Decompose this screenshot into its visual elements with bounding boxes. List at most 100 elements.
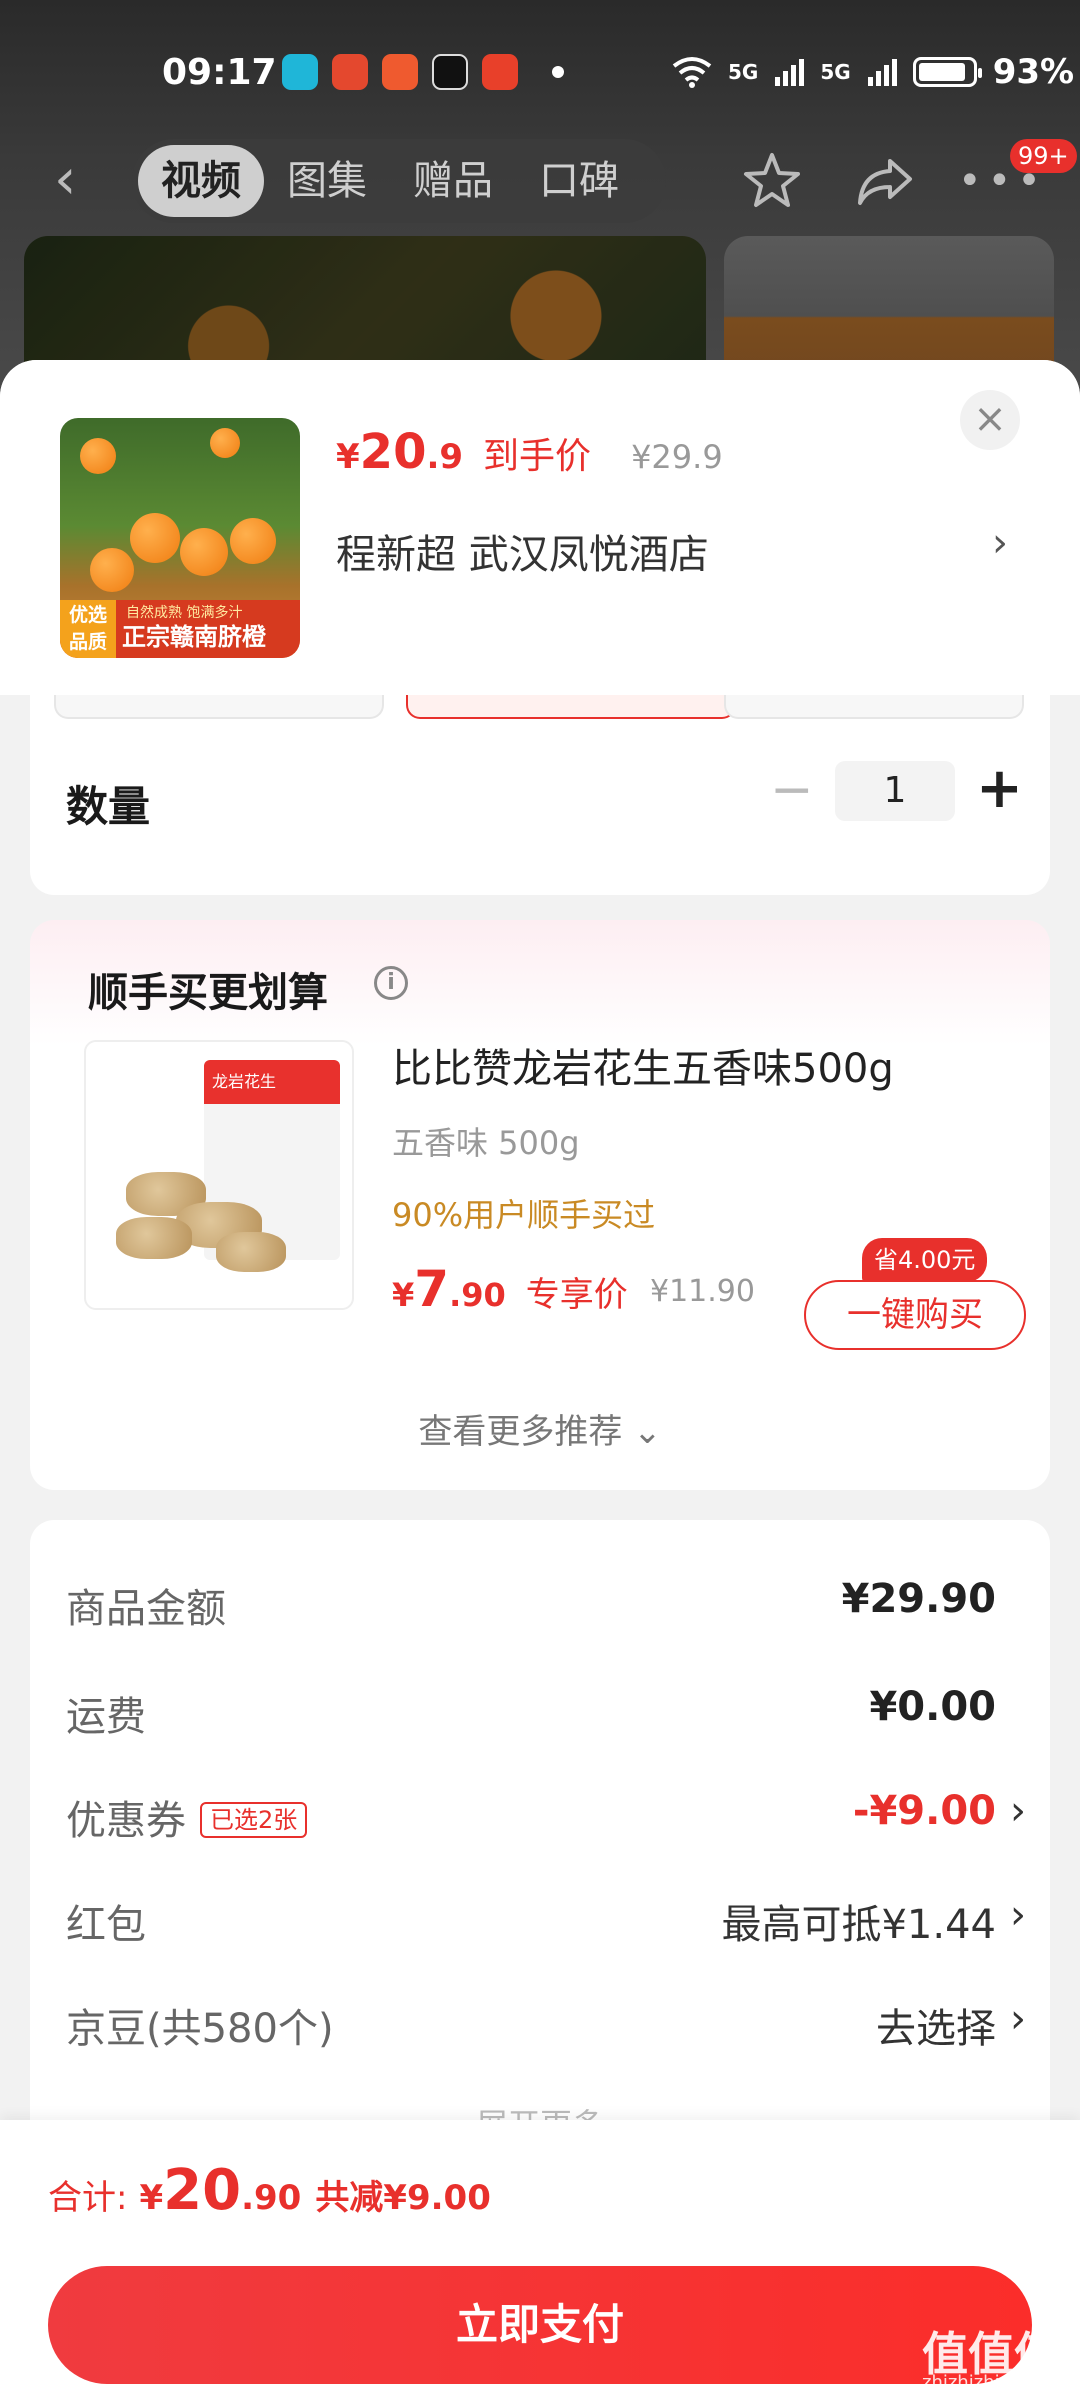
watermark-url: zhizhizhi.com — [922, 2372, 1044, 2393]
recommend-price: ¥ 7 .90 专享价 — [392, 1260, 628, 1318]
summary-value: -¥9.00 — [852, 1788, 996, 1834]
tab-reviews[interactable]: 口碑 — [516, 145, 642, 217]
summary-row-shipping: 运费 ¥0.00 — [66, 1684, 1026, 1754]
one-click-buy-button[interactable]: 一键购买 — [804, 1280, 1026, 1350]
sheet-header: 优选品质 自然成熟 饱满多汁 正宗赣南脐橙 ¥ 20 .9 到手价 ¥29.9 … — [0, 360, 1080, 695]
message-badge: 99+ — [1010, 139, 1077, 173]
save-badge: 省4.00元 — [862, 1238, 988, 1282]
chevron-right-icon[interactable]: › — [1010, 1996, 1026, 2042]
coupon-selected-tag: 已选2张 — [200, 1802, 308, 1838]
recommend-price-decimal: .90 — [449, 1276, 506, 1314]
quantity-card: 数量 − 1 + — [30, 675, 1050, 895]
media-tabs: 视频 图集 赠品 口碑 — [132, 139, 666, 223]
share-icon[interactable] — [852, 149, 916, 213]
price-currency: ¥ — [336, 437, 360, 477]
back-icon[interactable]: ‹ — [54, 152, 104, 208]
wifi-icon — [672, 57, 712, 88]
total-decimal: .90 — [241, 2178, 302, 2218]
summary-value: 去选择 — [876, 2006, 996, 2052]
orange-decor — [230, 518, 276, 564]
store-address[interactable]: 程新超 武汉凤悦酒店 — [336, 522, 709, 580]
quantity-minus-button[interactable]: − — [770, 764, 814, 816]
close-button[interactable]: × — [960, 390, 1020, 450]
thumb-caption: 正宗赣南脐橙 — [122, 623, 266, 651]
battery-percent: 93% — [992, 52, 1075, 92]
total-discount: 共减¥9.00 — [315, 2178, 491, 2218]
top-nav: ‹ 视频 图集 赠品 口碑 ••• 99+ — [0, 135, 1080, 225]
info-icon[interactable]: i — [374, 966, 408, 1000]
coupon-label: 优惠券 — [66, 1798, 186, 1844]
tab-video[interactable]: 视频 — [138, 145, 264, 217]
summary-row-coupon[interactable]: 优惠券 已选2张 -¥9.00 › — [66, 1788, 1026, 1858]
app-icon-3 — [382, 54, 418, 90]
quantity-plus-button[interactable]: + — [976, 759, 1023, 819]
recommend-item-name[interactable]: 比比赞龙岩花生五香味500g — [392, 1036, 894, 1094]
signal-2-label: 5G — [820, 60, 851, 84]
recommend-price-label: 专享价 — [525, 1275, 628, 1315]
orange-decor — [80, 438, 116, 474]
total-line: 合计: ¥ 20 .90 共减¥9.00 — [48, 2158, 491, 2223]
status-bar: 09:17 5G 5G 93% — [0, 30, 1080, 114]
recommend-price-integer: 7 — [414, 1260, 450, 1318]
summary-row-jingdou[interactable]: 京豆(共580个) 去选择 › — [66, 1996, 1026, 2066]
price-integer: 20 — [359, 424, 427, 480]
recommend-price-currency: ¥ — [392, 1276, 415, 1314]
signal-2-icon — [867, 59, 897, 86]
total-currency: ¥ — [139, 2178, 164, 2218]
bag-text: 龙岩花生 — [212, 1072, 277, 1091]
favorite-star-icon[interactable] — [740, 149, 804, 213]
total-label: 合计: — [48, 2178, 128, 2218]
summary-label: 京豆(共580个) — [66, 2006, 334, 2052]
status-app-icons — [282, 54, 518, 90]
status-time: 09:17 — [162, 51, 277, 93]
orange-decor — [130, 513, 180, 563]
summary-row-subtotal: 商品金额 ¥29.90 — [66, 1576, 1026, 1646]
orange-decor — [180, 528, 228, 576]
quantity-label: 数量 — [66, 782, 151, 831]
product-price-row: ¥ 20 .9 到手价 ¥29.9 — [336, 424, 723, 480]
orange-decor — [90, 548, 134, 592]
summary-label: 商品金额 — [66, 1586, 226, 1632]
status-right: 5G 5G 93% — [672, 52, 1074, 92]
recommend-item-bought: 90%用户顺手买过 — [392, 1196, 656, 1234]
recommend-card: 顺手买更划算 i 龙岩花生 比比赞龙岩花生五香味500g 五香味 500g 90… — [30, 920, 1050, 1490]
tab-gallery[interactable]: 图集 — [264, 145, 390, 217]
chevron-right-icon[interactable]: › — [992, 520, 1008, 566]
summary-label: 运费 — [66, 1694, 146, 1740]
notification-dot — [552, 66, 564, 78]
summary-row-redpacket[interactable]: 红包 最高可抵¥1.44 › — [66, 1892, 1026, 1962]
tab-gifts[interactable]: 赠品 — [390, 145, 516, 217]
summary-value: ¥29.90 — [841, 1576, 996, 1622]
purchase-sheet: 优选品质 自然成熟 饱满多汁 正宗赣南脐橙 ¥ 20 .9 到手价 ¥29.9 … — [0, 360, 1080, 2400]
app-icon-2 — [332, 54, 368, 90]
recommend-item-spec: 五香味 500g — [392, 1124, 580, 1162]
pay-now-button[interactable]: 立即支付 — [48, 2266, 1032, 2384]
more-icon[interactable]: ••• — [958, 161, 1047, 201]
summary-label: 红包 — [66, 1902, 146, 1948]
battery-icon — [912, 57, 982, 87]
chevron-right-icon[interactable]: › — [1010, 1788, 1026, 1834]
recommend-item-image[interactable]: 龙岩花生 — [84, 1040, 354, 1310]
summary-value: 最高可抵¥1.44 — [721, 1902, 996, 1948]
peanut-decor — [216, 1232, 286, 1272]
orange-decor — [210, 428, 240, 458]
recommend-title: 顺手买更划算 — [88, 970, 328, 1016]
summary-label: 优惠券 已选2张 — [66, 1788, 308, 1846]
price-decimal: .9 — [426, 437, 464, 477]
chevron-right-icon[interactable]: › — [1010, 1892, 1026, 1938]
signal-1-icon — [775, 59, 805, 86]
app-icon-1 — [282, 54, 318, 90]
quantity-input[interactable]: 1 — [835, 761, 955, 821]
tiktok-icon — [432, 54, 468, 90]
bottom-pay-bar: 合计: ¥ 20 .90 共减¥9.00 立即支付 — [0, 2120, 1080, 2400]
app-icon-5 — [482, 54, 518, 90]
product-thumbnail: 优选品质 自然成熟 饱满多汁 正宗赣南脐橙 — [60, 418, 300, 658]
price-label: 到手价 — [483, 436, 592, 477]
signal-1-label: 5G — [728, 60, 759, 84]
peanut-decor — [116, 1217, 192, 1259]
original-price: ¥29.9 — [631, 438, 723, 476]
thumb-quality-tag: 优选品质 — [60, 600, 116, 658]
summary-value: ¥0.00 — [869, 1684, 996, 1730]
more-recommend-link[interactable]: 查看更多推荐 ⌄ — [30, 1404, 1050, 1453]
recommend-original-price: ¥11.90 — [650, 1274, 755, 1309]
